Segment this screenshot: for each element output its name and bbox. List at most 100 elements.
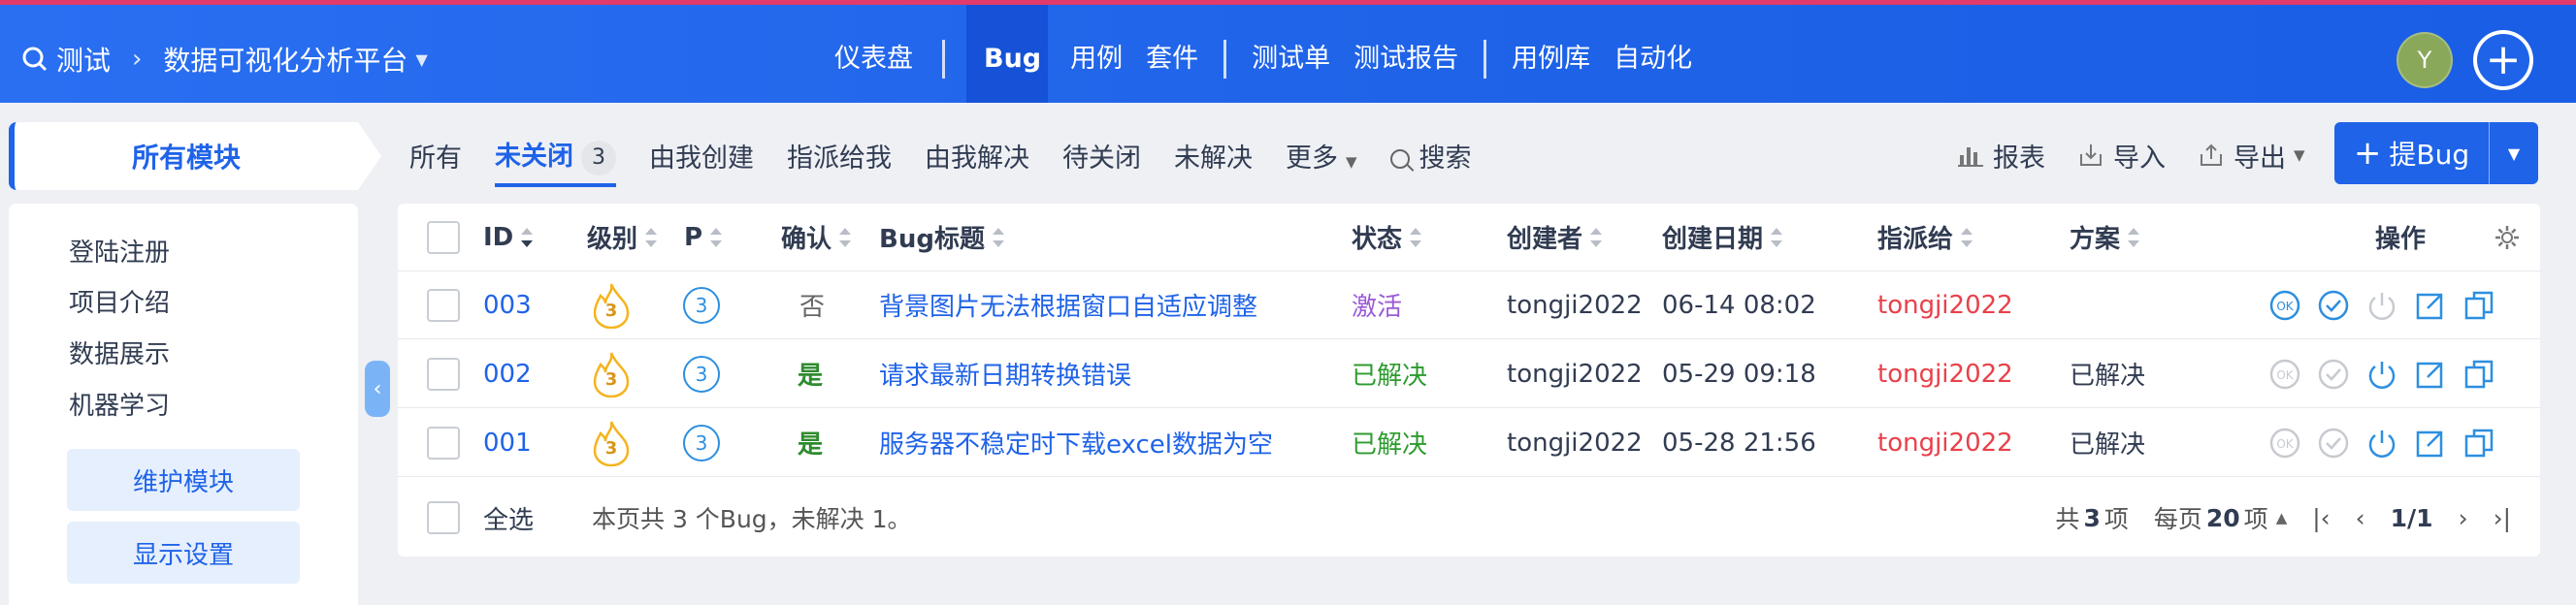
nav-suite[interactable]: 套件: [1134, 40, 1210, 79]
module-item[interactable]: 数据展示: [69, 334, 170, 370]
tab-unresolved[interactable]: 未解决: [1174, 137, 1253, 175]
confirm-value: 是: [798, 430, 824, 460]
plus-icon: +: [2477, 34, 2529, 86]
export-button[interactable]: 导出 ▼: [2199, 137, 2305, 175]
import-button[interactable]: 导入: [2078, 137, 2166, 175]
total-prefix: 共: [2055, 505, 2080, 533]
per-page-selector[interactable]: 每页 20 项 ▲: [2154, 500, 2287, 535]
nav-testreport[interactable]: 测试报告: [1342, 40, 1470, 79]
close-action-button[interactable]: [2365, 358, 2398, 391]
tab-resolved-by-me[interactable]: 由我解决: [925, 137, 1029, 175]
report-button[interactable]: 报表: [1958, 137, 2045, 175]
nav-caselib[interactable]: 用例库: [1500, 40, 1602, 79]
global-create-button[interactable]: +: [2473, 30, 2533, 90]
resolve-action-button[interactable]: [2317, 289, 2350, 322]
select-all-label[interactable]: 全选: [483, 479, 534, 557]
maintain-modules-button[interactable]: 维护模块: [67, 449, 300, 511]
edit-action-button[interactable]: [2414, 427, 2447, 460]
module-item[interactable]: 机器学习: [69, 386, 170, 422]
col-pri[interactable]: P: [684, 204, 723, 271]
resolve-action-button[interactable]: [2317, 358, 2350, 391]
tab-created-by-me[interactable]: 由我创建: [649, 137, 754, 175]
col-resolution[interactable]: 方案: [2070, 204, 2140, 271]
close-action-button[interactable]: [2365, 289, 2398, 322]
copy-action-button[interactable]: [2462, 358, 2495, 391]
module-tree-title[interactable]: 所有模块: [9, 122, 381, 190]
col-title[interactable]: Bug标题: [879, 204, 1004, 271]
assignee-link[interactable]: tongji2022: [1877, 340, 2013, 407]
col-status[interactable]: 状态: [1352, 204, 1422, 271]
module-item[interactable]: 项目介绍: [69, 283, 170, 319]
nav-automation[interactable]: 自动化: [1602, 40, 1704, 79]
col-resolution-label: 方案: [2070, 225, 2121, 254]
created-date: 05-29 09:18: [1662, 359, 1816, 389]
pager: 共3项 每页 20 项 ▲ |‹ ‹ 1/1 › ›|: [2030, 479, 2511, 557]
bug-title-link[interactable]: 服务器不稳定时下载excel数据为空: [879, 409, 1273, 476]
tab-assigned-to-me[interactable]: 指派给我: [787, 137, 892, 175]
select-all-checkbox-header[interactable]: [427, 220, 460, 254]
col-assigned[interactable]: 指派给: [1877, 204, 1973, 271]
column-settings-button[interactable]: [2494, 204, 2521, 271]
create-bug-main[interactable]: + 提Bug: [2334, 122, 2490, 184]
svg-text:OK: OK: [2276, 300, 2294, 313]
nav-case[interactable]: 用例: [1059, 40, 1134, 79]
col-date[interactable]: 创建日期: [1662, 204, 1783, 271]
bug-id-link[interactable]: 002: [483, 340, 532, 407]
confirm-action-button[interactable]: OK: [2268, 289, 2301, 322]
bug-id-link[interactable]: 001: [483, 409, 532, 476]
copy-action-button[interactable]: [2462, 427, 2495, 460]
row-checkbox[interactable]: [427, 426, 460, 460]
avatar[interactable]: Y: [2397, 32, 2453, 88]
select-all-checkbox[interactable]: [427, 501, 460, 534]
confirm-action-button[interactable]: OK: [2268, 358, 2301, 391]
row-checkbox[interactable]: [427, 288, 460, 322]
project-selector[interactable]: 数据可视化分析平台: [163, 40, 408, 79]
edit-icon: [2416, 293, 2443, 319]
bug-title-link[interactable]: 背景图片无法根据窗口自适应调整: [879, 271, 1257, 338]
severity-indicator: 3: [592, 409, 631, 476]
col-assigned-label: 指派给: [1877, 225, 1954, 254]
sort-icon: [2128, 227, 2140, 247]
col-severity[interactable]: 级别: [587, 204, 658, 271]
search-toggle[interactable]: 搜索: [1389, 137, 1472, 175]
resolve-action-button[interactable]: [2317, 427, 2350, 460]
close-action-button[interactable]: [2365, 427, 2398, 460]
edit-action-button[interactable]: [2414, 358, 2447, 391]
row-checkbox[interactable]: [427, 357, 460, 391]
create-bug-button[interactable]: + 提Bug ▼: [2334, 122, 2538, 184]
assignee-link[interactable]: tongji2022: [1877, 271, 2013, 338]
col-confirm[interactable]: 确认: [781, 204, 852, 271]
resolution-value: 已解决: [2070, 362, 2146, 391]
sort-icon: [645, 227, 658, 247]
first-page-button[interactable]: |‹: [2312, 504, 2330, 532]
last-page-button[interactable]: ›|: [2494, 504, 2511, 532]
nav-testtask[interactable]: 测试单: [1240, 40, 1342, 79]
tab-all[interactable]: 所有: [409, 137, 462, 175]
edit-action-button[interactable]: [2414, 289, 2447, 322]
nav-dashboard[interactable]: 仪表盘: [819, 40, 929, 79]
tab-to-close[interactable]: 待关闭: [1062, 137, 1141, 175]
col-id[interactable]: ID: [483, 204, 534, 271]
assignee-link[interactable]: tongji2022: [1877, 409, 2013, 476]
search-icon[interactable]: [21, 46, 49, 73]
caret-down-icon[interactable]: ▼: [415, 50, 427, 69]
tab-more[interactable]: 更多 ▼: [1286, 137, 1357, 175]
tab-unclosed[interactable]: 未关闭 3: [495, 135, 616, 187]
copy-action-button[interactable]: [2462, 289, 2495, 322]
confirm-action-button[interactable]: OK: [2268, 427, 2301, 460]
search-icon: [1389, 149, 1410, 169]
create-bug-dropdown[interactable]: ▼: [2490, 144, 2538, 163]
nav-bug[interactable]: Bug: [966, 40, 1059, 79]
collapse-sidebar-button[interactable]: ‹: [365, 361, 390, 417]
bug-title-link[interactable]: 请求最新日期转换错误: [879, 340, 1131, 407]
bug-id-link[interactable]: 003: [483, 271, 532, 338]
copy-icon: [2464, 291, 2494, 319]
display-settings-button[interactable]: 显示设置: [67, 522, 300, 584]
prev-page-button[interactable]: ‹: [2356, 504, 2365, 532]
module-item[interactable]: 登陆注册: [69, 233, 170, 269]
col-creator[interactable]: 创建者: [1507, 204, 1603, 271]
bug-table: ID 级别 P 确认 Bug标题 状态 创建者 创建日期 指派给 方案 操作 0…: [398, 204, 2540, 557]
per-page-suffix: 项: [2243, 505, 2268, 533]
product-name[interactable]: 测试: [56, 40, 111, 79]
next-page-button[interactable]: ›: [2459, 504, 2468, 532]
